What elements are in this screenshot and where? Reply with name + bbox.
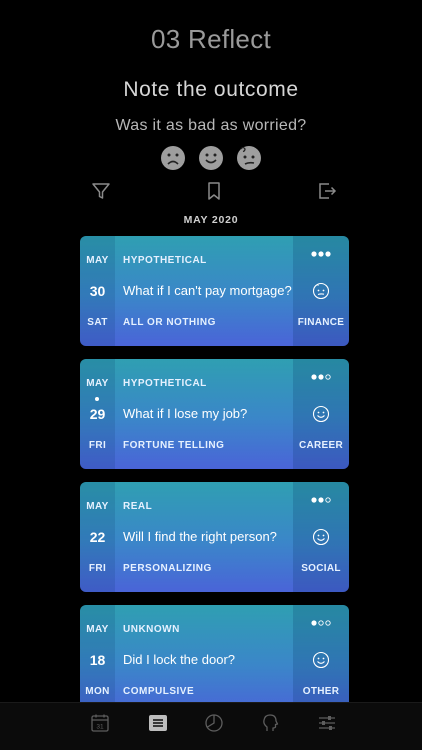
entry-day: 18 [89, 652, 106, 668]
outcome-faces [0, 145, 422, 171]
sliders-icon[interactable] [316, 712, 338, 734]
entry-month: MAY [86, 255, 109, 266]
entry-weekday: SAT [87, 317, 108, 328]
entry-weekday: FRI [88, 440, 107, 451]
entry-type: UNKNOWN [123, 624, 180, 635]
export-icon[interactable] [316, 180, 338, 202]
entry-category: SOCIAL [301, 563, 341, 574]
sad-face-icon[interactable] [160, 145, 186, 171]
severity-dots-icon [311, 374, 331, 380]
head-icon[interactable] [259, 712, 281, 734]
entry-distortion: COMPULSIVE [123, 686, 195, 697]
confused-face-icon[interactable] [312, 282, 330, 300]
entry-category: OTHER [302, 686, 340, 697]
tab-bar: 31 [0, 702, 422, 750]
entry-type: REAL [123, 501, 153, 512]
entry-question: What if I lose my job? [123, 406, 248, 421]
severity-dots-icon [311, 620, 331, 626]
happy-face-icon[interactable] [312, 528, 330, 546]
entry-distortion: ALL OR NOTHING [123, 317, 216, 328]
step-title: 03 Reflect [150, 24, 272, 54]
entry-distortion: FORTUNE TELLING [123, 440, 225, 451]
severity-dots-icon [311, 251, 331, 257]
happy-face-icon[interactable] [312, 405, 330, 423]
happy-face-icon[interactable] [312, 651, 330, 669]
entry-category: FINANCE [297, 317, 345, 328]
calendar-icon[interactable]: 31 [89, 712, 111, 734]
entry-distortion: PERSONALIZING [123, 563, 212, 574]
entry-type: HYPOTHETICAL [123, 378, 207, 389]
confused-face-icon[interactable] [236, 145, 262, 171]
month-header: MAY 2020 [183, 214, 239, 226]
entry-weekday: FRI [88, 563, 107, 574]
filter-icon[interactable] [90, 180, 112, 202]
entry-type: HYPOTHETICAL [123, 255, 207, 266]
subline: Was it as bad as worried? [115, 117, 307, 134]
entry-card[interactable]: MAY 18 MON UNKNOWN Did I lock the door? COMPU… [80, 605, 349, 702]
severity-dots-icon [311, 497, 331, 503]
calendar-day-text: 31 [96, 724, 104, 731]
headline: Note the outcome [123, 78, 299, 101]
bookmark-icon[interactable] [203, 180, 225, 202]
entry-card[interactable]: MAY 22 FRI REAL Will I find the right person… [80, 482, 349, 592]
entry-weekday: MON [85, 686, 110, 697]
marked-dot-icon [95, 397, 99, 401]
entry-card[interactable]: MAY 29 FRI HYPOTHETICAL What if I lose my jo… [80, 359, 349, 469]
entry-question: Will I find the right person? [123, 529, 277, 544]
entry-month: MAY [86, 378, 109, 389]
entry-day: 29 [89, 406, 106, 422]
happy-face-icon[interactable] [198, 145, 224, 171]
entry-card[interactable]: MAY 30 SAT HYPOTHETICAL What if I can't pay … [80, 236, 349, 346]
entry-question: What if I can't pay mortgage? [123, 283, 292, 298]
entry-month: MAY [86, 624, 109, 635]
entry-day: 22 [89, 529, 106, 545]
list-icon[interactable] [147, 712, 169, 734]
entry-list[interactable]: MAY 30 SAT HYPOTHETICAL What if I can't pay … [80, 236, 349, 702]
pie-chart-icon[interactable] [203, 712, 225, 734]
entry-question: Did I lock the door? [123, 652, 236, 667]
toolbar [0, 180, 422, 204]
entry-category: CAREER [298, 440, 344, 451]
entry-day: 30 [89, 283, 106, 299]
entry-month: MAY [86, 501, 109, 512]
